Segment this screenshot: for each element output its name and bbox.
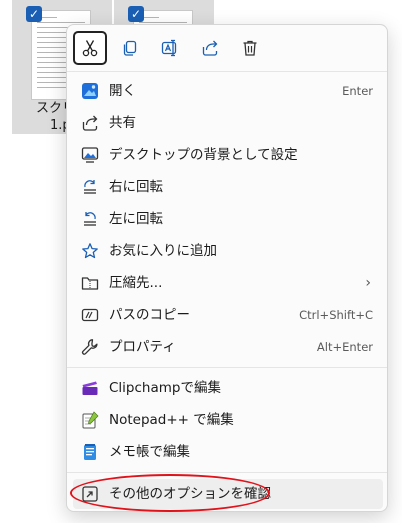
separator — [67, 472, 387, 473]
menu-item-label: プロパティ — [109, 339, 176, 355]
rename-icon — [161, 39, 177, 57]
context-menu: 開く Enter 共有 デスクトップの背景として設定 右に回転 左に回転 お気に… — [66, 24, 388, 512]
share-button[interactable] — [193, 31, 227, 65]
rename-button[interactable] — [153, 31, 187, 65]
share-icon — [202, 40, 218, 56]
notepad-icon — [81, 443, 99, 461]
menu-item-share[interactable]: 共有 — [73, 108, 383, 138]
menu-item-show-more-options[interactable]: その他のオプションを確認 — [73, 479, 383, 509]
menu-item-properties[interactable]: プロパティ Alt+Enter — [73, 332, 383, 362]
menu-item-add-to-favorites[interactable]: お気に入りに追加 — [73, 236, 383, 266]
checkbox-checked-icon[interactable]: ✓ — [128, 6, 144, 22]
shortcut-label: Ctrl+Shift+C — [299, 308, 373, 322]
copy-path-icon — [81, 306, 99, 324]
menu-item-edit-with-clipchamp[interactable]: Clipchampで編集 — [73, 373, 383, 403]
menu-item-label: メモ帳で編集 — [109, 444, 190, 460]
menu-item-label: お気に入りに追加 — [109, 243, 217, 259]
screen: ✓ スクリーン 1.p ✓ — [0, 0, 402, 523]
copy-button[interactable] — [113, 31, 147, 65]
menu-item-compress-to[interactable]: 圧縮先... › — [73, 268, 383, 298]
menu-item-label: Clipchampで編集 — [109, 380, 221, 396]
scissors-icon — [82, 40, 98, 57]
clipchamp-icon — [81, 379, 99, 397]
shortcut-label: Alt+Enter — [316, 340, 373, 354]
notepadpp-icon — [81, 411, 99, 429]
menu-item-edit-with-notepadpp[interactable]: Notepad++ で編集 — [73, 405, 383, 435]
menu-item-rotate-right[interactable]: 右に回転 — [73, 172, 383, 202]
cut-button[interactable] — [73, 31, 107, 65]
menu-item-open[interactable]: 開く Enter — [73, 76, 383, 106]
share-icon — [81, 114, 99, 132]
quick-action-bar — [67, 25, 387, 69]
chevron-right-icon: › — [365, 275, 371, 291]
menu-item-label: 右に回転 — [109, 179, 163, 195]
delete-button[interactable] — [233, 31, 267, 65]
shortcut-label: Enter — [342, 84, 373, 98]
wrench-icon — [81, 338, 99, 356]
menu-item-set-desktop-background[interactable]: デスクトップの背景として設定 — [73, 140, 383, 170]
menu-item-rotate-left[interactable]: 左に回転 — [73, 204, 383, 234]
menu-item-label: 左に回転 — [109, 211, 163, 227]
rotate-left-icon — [81, 210, 99, 228]
checkbox-checked-icon[interactable]: ✓ — [26, 6, 42, 22]
menu-item-edit-with-notepad[interactable]: メモ帳で編集 — [73, 437, 383, 467]
separator — [67, 367, 387, 368]
menu-item-label: デスクトップの背景として設定 — [109, 147, 298, 163]
menu-item-copy-path[interactable]: パスのコピー Ctrl+Shift+C — [73, 300, 383, 330]
desktop-background-icon — [81, 146, 99, 164]
show-more-options-icon — [81, 485, 99, 503]
rotate-right-icon — [81, 178, 99, 196]
copy-icon — [123, 40, 137, 56]
zip-folder-icon — [81, 274, 99, 292]
menu-item-label: その他のオプションを確認 — [109, 486, 271, 502]
photos-app-icon — [81, 82, 99, 100]
menu-item-label: 圧縮先... — [109, 275, 163, 291]
star-icon — [81, 242, 99, 260]
menu-item-label: パスのコピー — [109, 307, 190, 323]
separator — [67, 71, 387, 72]
menu-item-label: Notepad++ で編集 — [109, 412, 234, 428]
trash-icon — [243, 40, 257, 56]
menu-item-label: 開く — [109, 83, 136, 99]
menu-item-label: 共有 — [109, 115, 136, 131]
